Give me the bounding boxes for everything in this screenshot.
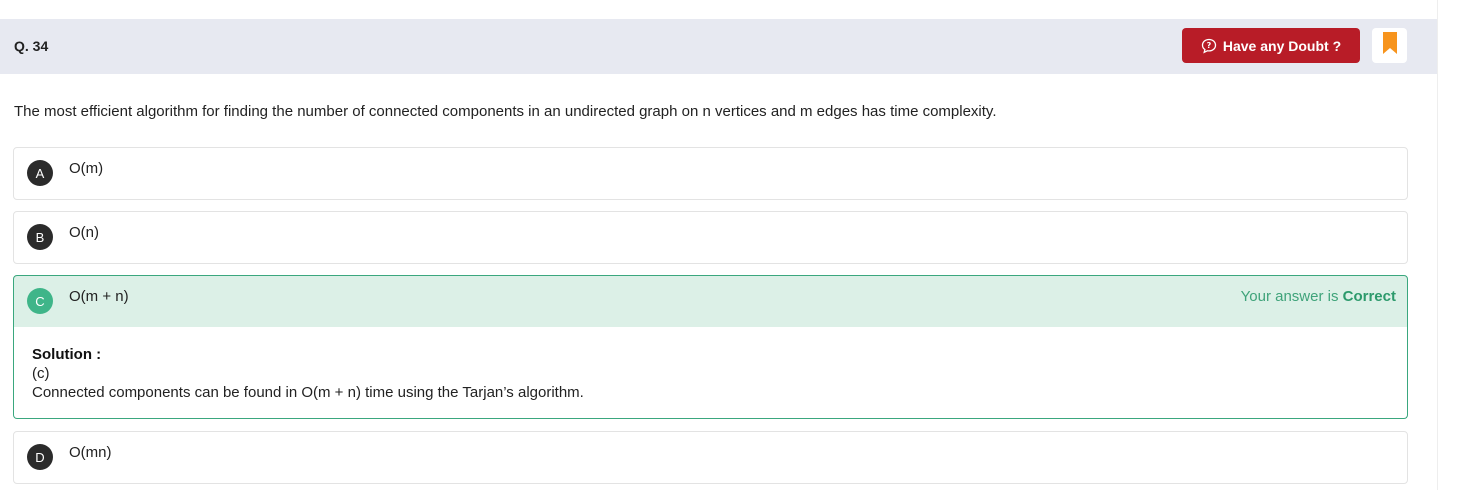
option-a-text: O(m): [69, 160, 104, 177]
svg-text:?: ?: [1207, 41, 1212, 50]
option-b[interactable]: B O(n): [13, 211, 1408, 264]
solution-answer: (c): [32, 365, 50, 382]
option-d-text: O(mn): [69, 444, 112, 461]
option-b-badge: B: [27, 224, 53, 250]
option-b-text: O(n): [69, 224, 99, 241]
question-text-content: The most efficient algorithm for finding…: [14, 103, 997, 120]
question-header: Q. 34 ? Have any Doubt ?: [0, 19, 1437, 74]
option-d-badge: D: [27, 444, 53, 470]
question-number: Q. 34: [14, 38, 49, 54]
verdict-status: Correct: [1342, 288, 1396, 305]
bookmark-button[interactable]: [1372, 28, 1407, 63]
option-a-badge: A: [27, 160, 53, 186]
have-doubt-label: Have any Doubt ?: [1222, 37, 1342, 54]
solution-title: Solution :: [32, 346, 102, 363]
solution-panel: Solution : (c) Connected components can …: [13, 327, 1408, 419]
option-c-badge: C: [27, 288, 53, 314]
answer-verdict: Your answer is Correct: [1241, 288, 1396, 305]
page-scroll-gutter: [1437, 0, 1457, 490]
option-c-text: O(m + n): [69, 288, 129, 305]
have-doubt-button[interactable]: ? Have any Doubt ?: [1182, 28, 1360, 63]
verdict-prefix: Your answer is: [1240, 288, 1343, 305]
option-a[interactable]: A O(m): [13, 147, 1408, 200]
solution-explanation: Connected components can be found in O(m…: [32, 384, 584, 401]
question-text: The most efficient algorithm for finding…: [14, 103, 997, 120]
question-bubble-icon: ?: [1201, 38, 1217, 54]
option-d[interactable]: D O(mn): [13, 431, 1408, 484]
question-page: Q. 34 ? Have any Doubt ? The most effici…: [0, 0, 1437, 490]
option-c[interactable]: C O(m + n) Your answer is Correct: [13, 275, 1408, 328]
bookmark-icon: [1382, 32, 1397, 59]
